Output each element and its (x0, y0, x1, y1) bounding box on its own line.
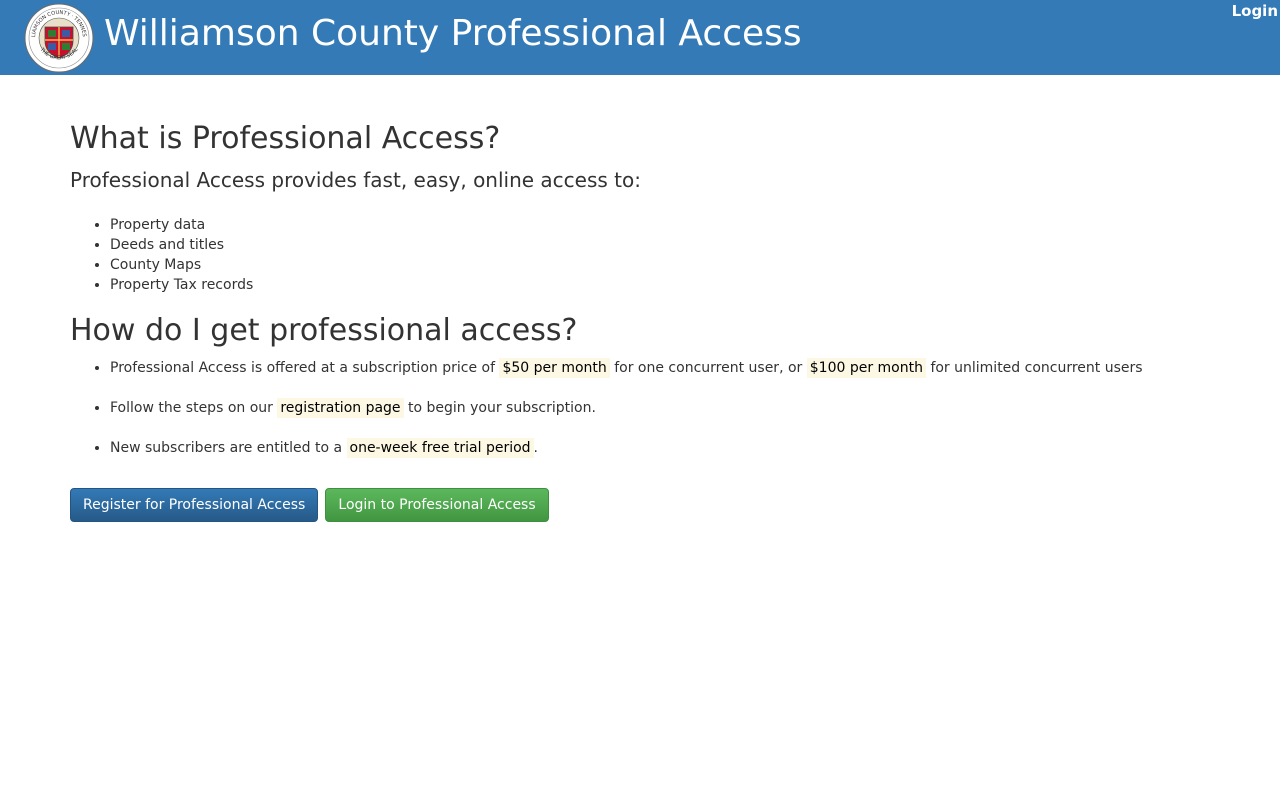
site-title: Williamson County Professional Access (104, 13, 802, 54)
list-item: Property data (110, 215, 253, 235)
step-price: Professional Access is offered at a subs… (110, 358, 1143, 378)
unlimited-users-price: $100 per month (806, 358, 926, 378)
what-heading: What is Professional Access? (70, 121, 501, 156)
login-link[interactable]: Login (1232, 2, 1278, 20)
step-price-suffix: for unlimited concurrent users (930, 360, 1143, 376)
step-register-suffix: to begin your subscription. (408, 400, 596, 416)
register-button[interactable]: Register for Professional Access (70, 488, 319, 522)
features-list: Property data Deeds and titles County Ma… (70, 215, 253, 295)
action-buttons: Register for Professional Access Login t… (70, 488, 549, 522)
list-item: Deeds and titles (110, 235, 253, 255)
step-price-prefix: Professional Access is offered at a subs… (110, 360, 495, 376)
step-trial: New subscribers are entitled to a one-we… (110, 438, 1143, 458)
step-register: Follow the steps on our registration pag… (110, 398, 1143, 418)
free-trial-highlight: one-week free trial period (346, 438, 534, 458)
login-button[interactable]: Login to Professional Access (325, 488, 549, 522)
list-item: County Maps (110, 255, 253, 275)
steps-list: Professional Access is offered at a subs… (70, 358, 1143, 478)
step-register-prefix: Follow the steps on our (110, 400, 273, 416)
step-price-middle: for one concurrent user, or (614, 360, 803, 376)
lead-text: Professional Access provides fast, easy,… (70, 168, 641, 192)
step-trial-prefix: New subscribers are entitled to a (110, 440, 343, 456)
site-header: WILLIAMSON COUNTY · TENNESSEE THE GREAT … (0, 0, 1280, 75)
county-seal-icon: WILLIAMSON COUNTY · TENNESSEE THE GREAT … (24, 3, 94, 73)
how-heading: How do I get professional access? (70, 313, 578, 348)
step-trial-suffix: . (533, 440, 538, 456)
single-user-price: $50 per month (499, 358, 610, 378)
list-item: Property Tax records (110, 275, 253, 295)
registration-page-link[interactable]: registration page (277, 398, 404, 418)
